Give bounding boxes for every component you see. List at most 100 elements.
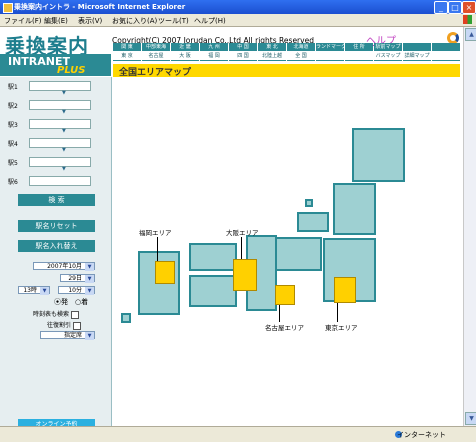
menu-help[interactable]: ヘルプ(H) <box>194 16 226 26</box>
tokyo-area-label[interactable]: 東京エリア <box>325 322 358 332</box>
station-input-1[interactable] <box>29 81 91 91</box>
window-title: 乗換案内イントラ - Microsoft Internet Explorer <box>14 3 186 11</box>
menu-edit[interactable]: 編集(E) <box>44 16 68 26</box>
station-label-6: 駅6 <box>8 179 18 186</box>
timetable-option[interactable]: 時刻表も検索 <box>33 309 80 319</box>
map-region-chugoku[interactable] <box>189 243 237 271</box>
station-input-2[interactable] <box>29 100 91 110</box>
scroll-up-icon[interactable]: ▲ <box>465 28 476 41</box>
chevron-down-icon: ▼ <box>85 263 94 271</box>
chevron-down-icon: ▼ <box>62 166 66 172</box>
close-button[interactable]: × <box>462 1 476 14</box>
menu-tools[interactable]: ツール(T) <box>158 16 189 26</box>
station-input-5[interactable] <box>29 157 91 167</box>
chevron-down-icon: ▼ <box>40 287 49 295</box>
nav-spacer <box>345 52 373 61</box>
search-sidebar: 駅1 ▼ 駅2 ▼ 駅3 ▼ 駅4 ▼ 駅5 ▼ 駅6 検 索 駅名リセット 駅… <box>0 77 112 431</box>
map-region-chubu[interactable] <box>275 237 322 271</box>
logo-intranet-band: INTRANET PLUS <box>0 54 111 76</box>
leader-line <box>337 303 338 322</box>
depart-radio[interactable]: ⦿発 <box>54 297 68 307</box>
station-reset-button[interactable]: 駅名リセット <box>18 220 95 232</box>
chevron-down-icon: ▼ <box>85 332 94 340</box>
nav-spacer <box>403 43 431 51</box>
menu-view[interactable]: 表示(V) <box>78 16 102 26</box>
station-label-4: 駅4 <box>8 141 18 148</box>
roundtrip-option[interactable]: 往復割引 <box>47 320 82 330</box>
fukuoka-area-highlight[interactable] <box>155 261 175 284</box>
area-map-banner: 全国エリアマップ <box>113 64 460 78</box>
nav-hokkaido[interactable]: 北海道 <box>287 43 315 51</box>
chevron-down-icon: ▼ <box>85 287 94 295</box>
minute-select[interactable]: 10分 ▼ <box>58 286 95 295</box>
osaka-area-highlight[interactable] <box>233 259 257 291</box>
nav-chubu[interactable]: 中部東海 <box>142 43 170 51</box>
nav-fukuoka[interactable]: 福 岡 <box>200 52 228 61</box>
map-region-hokuriku[interactable] <box>297 212 329 232</box>
station-input-6[interactable] <box>29 176 91 186</box>
hour-select[interactable]: 13時 ▼ <box>18 286 50 295</box>
nav-chugoku[interactable]: 中 国 <box>229 43 257 51</box>
leader-line <box>157 237 158 261</box>
map-region-island[interactable] <box>305 199 313 207</box>
fukuoka-area-label[interactable]: 福岡エリア <box>139 227 172 237</box>
leader-line <box>241 237 242 259</box>
maximize-button[interactable]: □ <box>448 1 462 14</box>
nav-ekimae[interactable]: 駅前マップ <box>374 43 402 51</box>
station-label-5: 駅5 <box>8 160 18 167</box>
day-select[interactable]: 29日 ▼ <box>60 274 95 283</box>
seat-select[interactable]: 指定席 ▼ <box>40 331 95 340</box>
menu-file[interactable]: ファイル(F) <box>4 16 42 26</box>
nagoya-area-highlight[interactable] <box>275 285 295 305</box>
nav-hokuriku[interactable]: 北陸上越 <box>258 52 286 61</box>
nav-landmark[interactable]: ランドマーク <box>316 43 344 51</box>
tokyo-area-highlight[interactable] <box>334 277 356 303</box>
windows-logo-icon <box>463 15 472 24</box>
nav-zenkoku[interactable]: 全 国 <box>287 52 315 61</box>
security-zone-text: インターネット <box>397 431 446 439</box>
window-titlebar: 乗換案内イントラ - Microsoft Internet Explorer _… <box>0 0 476 14</box>
map-region-tohoku[interactable] <box>333 183 376 235</box>
arrive-radio[interactable]: ○着 <box>75 297 88 307</box>
status-bar: インターネット <box>0 426 476 442</box>
scroll-down-icon[interactable]: ▼ <box>465 412 476 425</box>
menu-favorites[interactable]: お気に入り(A) <box>112 16 157 26</box>
nav-kinki[interactable]: 近 畿 <box>171 43 199 51</box>
nagoya-area-label[interactable]: 名古屋エリア <box>265 322 304 332</box>
checkbox[interactable] <box>73 321 82 330</box>
map-region-hokkaido[interactable] <box>352 128 405 182</box>
nav-nagoya[interactable]: 名古屋 <box>142 52 170 61</box>
nav-address[interactable]: 住 所 <box>345 43 373 51</box>
minimize-button[interactable]: _ <box>434 1 448 14</box>
logo-plus: PLUS <box>57 65 86 76</box>
map-region-shikoku[interactable] <box>189 275 237 307</box>
nav-tokyo[interactable]: 東 京 <box>113 52 141 61</box>
chevron-down-icon: ▼ <box>62 147 66 153</box>
nav-spacer <box>316 52 344 61</box>
menu-bar: ファイル(F) 編集(E) 表示(V) お気に入り(A) ツール(T) ヘルプ(… <box>0 14 476 27</box>
japan-area-map: 福岡エリア 大阪エリア 名古屋エリア 東京エリア <box>113 77 460 426</box>
nav-kanto[interactable]: 関 東 <box>113 43 141 51</box>
area-nav-grid: 関 東 中部東海 近 畿 九 州 中 国 東 北 北海道 ランドマーク 住 所 … <box>113 43 460 61</box>
station-input-3[interactable] <box>29 119 91 129</box>
nav-shikoku[interactable]: 四 国 <box>229 52 257 61</box>
nav-tohoku[interactable]: 東 北 <box>258 43 286 51</box>
nav-spacer <box>432 52 460 61</box>
nav-kyushu[interactable]: 九 州 <box>200 43 228 51</box>
nav-busmap[interactable]: バスマップ <box>374 52 402 61</box>
map-region-okinawa[interactable] <box>121 313 131 323</box>
chevron-down-icon: ▼ <box>62 109 66 115</box>
nav-osaka[interactable]: 大 阪 <box>171 52 199 61</box>
station-label-1: 駅1 <box>8 84 18 91</box>
checkbox[interactable] <box>71 310 80 319</box>
radio-checked-icon: ⦿ <box>54 298 61 306</box>
osaka-area-label[interactable]: 大阪エリア <box>226 227 259 237</box>
month-select[interactable]: 2007年10月 ▼ <box>33 262 95 271</box>
vertical-scrollbar[interactable]: ▲ ▼ <box>463 27 476 426</box>
nav-detailmap[interactable]: 詳細マップ <box>403 52 431 61</box>
search-button[interactable]: 検 索 <box>18 194 95 206</box>
station-swap-button[interactable]: 駅名入れ替え <box>18 240 95 252</box>
station-input-4[interactable] <box>29 138 91 148</box>
chevron-down-icon: ▼ <box>62 90 66 96</box>
ie-icon <box>3 3 13 13</box>
